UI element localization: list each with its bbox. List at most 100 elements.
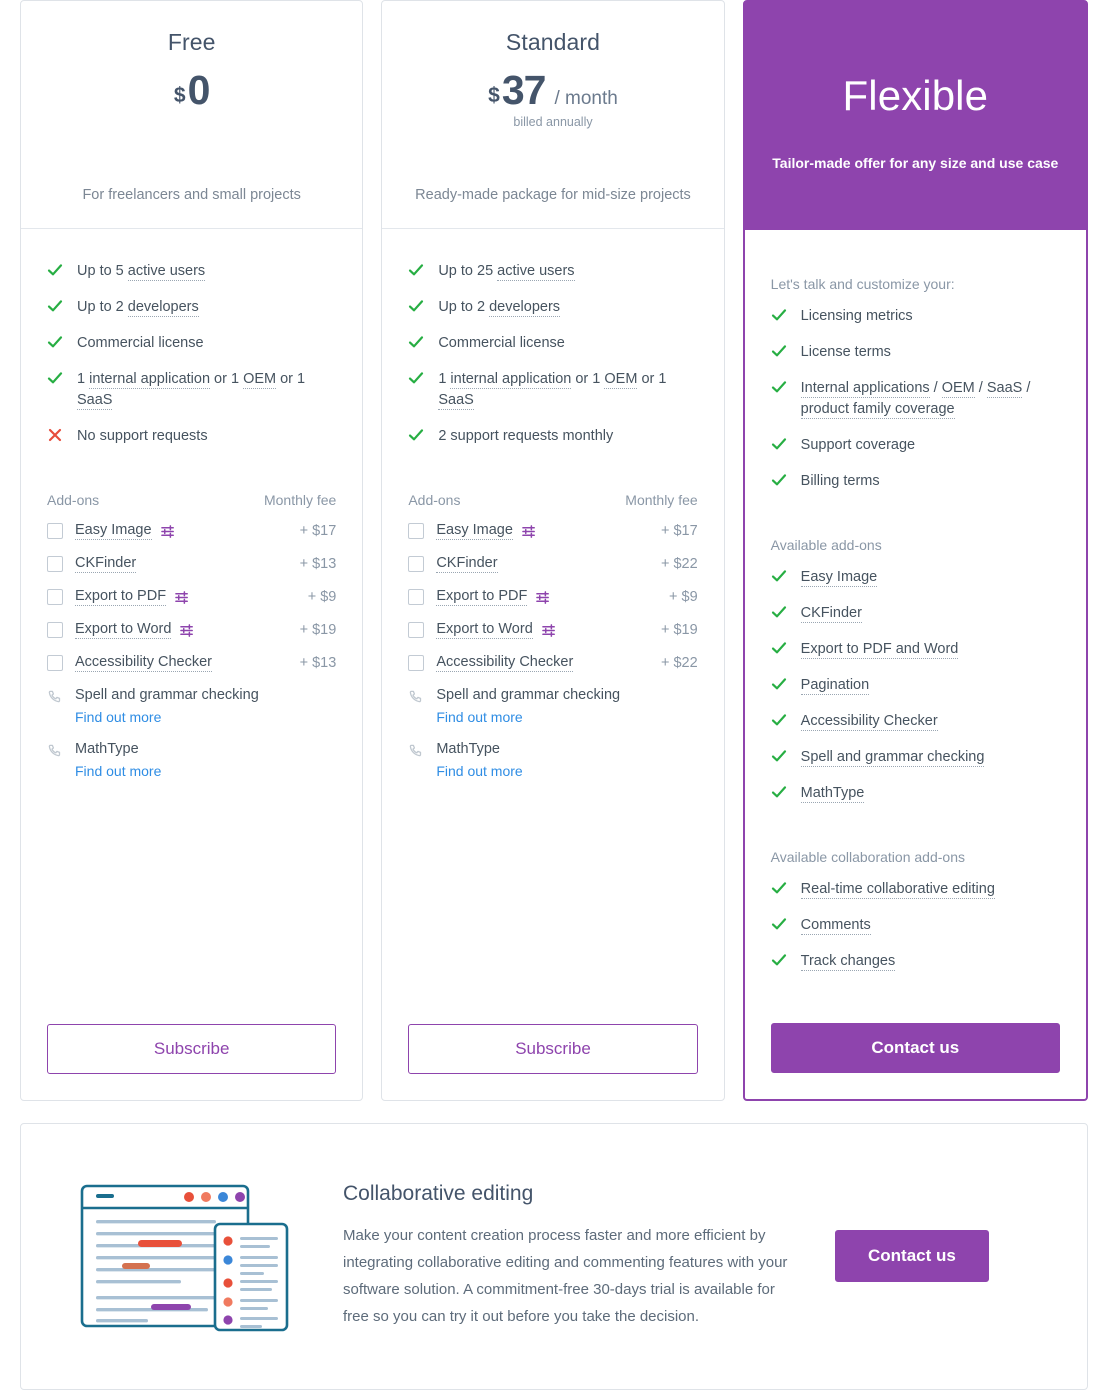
plan-body-flexible: Let's talk and customize your: Licensing … (745, 230, 1086, 1099)
addon-name[interactable]: Export to PDF (75, 588, 167, 607)
addon-name[interactable]: Accessibility Checker (75, 654, 212, 673)
plan-feature-list: Licensing metrics License terms Internal a… (771, 306, 1060, 507)
feature-text-fragment: / (1022, 380, 1031, 397)
addon-row[interactable]: Easy Image + $17 (47, 522, 336, 541)
tooltip-term[interactable]: product family coverage (800, 401, 955, 420)
addon-label-wrap: Accessibility Checker (75, 654, 212, 673)
check-icon (409, 264, 424, 276)
addon-checkbox[interactable] (408, 556, 425, 573)
tooltip-term[interactable]: Comments (800, 917, 871, 936)
addon-checkbox[interactable] (47, 589, 63, 606)
addon-name[interactable]: Export to Word (436, 621, 533, 640)
addon-fee: + $9 (307, 589, 337, 606)
feature-text-fragment: / (929, 380, 942, 397)
tooltip-term[interactable]: internal application (450, 371, 572, 390)
feature-text-fragment: 1 (77, 371, 90, 388)
phone-addon-label: Spell and grammar checking (436, 687, 621, 704)
tooltip-term[interactable]: Accessibility Checker (800, 713, 938, 732)
addon-name[interactable]: Easy Image (75, 522, 152, 541)
currency-symbol: $ (488, 84, 500, 107)
find-out-more-link[interactable]: Find out more (436, 763, 697, 779)
sliders-icon[interactable] (160, 524, 176, 539)
find-out-more-link[interactable]: Find out more (75, 709, 336, 725)
contact-us-button[interactable]: Contact us (770, 1023, 1060, 1074)
feature-label: Up to 25 active users (438, 261, 575, 282)
tooltip-term[interactable]: Internal applications (800, 380, 930, 399)
addon-name[interactable]: Easy Image (436, 522, 513, 541)
tooltip-term[interactable]: SaaS (438, 392, 474, 411)
tooltip-term[interactable]: Easy Image (800, 569, 878, 588)
tooltip-term[interactable]: SaaS (77, 392, 113, 411)
tooltip-term[interactable]: CKFinder (800, 605, 862, 624)
check-icon (47, 298, 63, 316)
phone-addon-label: MathType (75, 741, 139, 758)
addon-checkbox[interactable] (408, 523, 425, 540)
addon-checkbox[interactable] (47, 655, 63, 672)
addon-name[interactable]: Export to Word (75, 621, 172, 640)
feature-label: Pagination (800, 675, 870, 696)
feature-label: Up to 2 developers (77, 297, 199, 318)
sliders-icon[interactable] (522, 524, 537, 539)
sliders-icon[interactable] (175, 590, 190, 605)
addon-row[interactable]: CKFinder + $22 (408, 555, 698, 574)
feature-text-fragment: or 1 (210, 371, 244, 388)
addon-row[interactable]: Accessibility Checker + $13 (47, 654, 336, 673)
tooltip-term[interactable]: OEM (243, 371, 277, 390)
addon-row[interactable]: Accessibility Checker + $22 (408, 654, 698, 673)
addon-row[interactable]: Export to Word + $19 (47, 621, 337, 640)
sliders-icon[interactable] (541, 623, 557, 638)
tooltip-term[interactable]: MathType (800, 785, 865, 804)
promo-description: Make your content creation process faste… (343, 1226, 788, 1325)
feature-text-fragment: Billing terms (800, 473, 880, 490)
addon-name[interactable]: Export to PDF (436, 588, 528, 607)
promo-text-block: Collaborative editing Make your content … (343, 1182, 793, 1330)
addon-checkbox[interactable] (408, 655, 425, 672)
tooltip-term[interactable]: active users (127, 263, 206, 281)
subscribe-button[interactable]: Subscribe (47, 1024, 337, 1075)
addon-checkbox[interactable] (47, 556, 63, 573)
addon-name[interactable]: Accessibility Checker (436, 654, 574, 673)
pricing-page: Free $0 For freelancers and small projects… (0, 0, 1108, 1390)
tooltip-term[interactable]: Export to PDF and Word (800, 641, 959, 660)
tooltip-term[interactable]: active users (497, 263, 575, 281)
feature-label: Up to 5 active users (77, 261, 206, 282)
addon-fee: + $19 (299, 622, 337, 639)
addon-row[interactable]: CKFinder + $13 (47, 555, 337, 574)
phone-icon (408, 689, 424, 705)
addon-row[interactable]: Export to PDF + $9 (408, 588, 698, 607)
addon-fee: + $13 (299, 556, 337, 573)
tooltip-term[interactable]: SaaS (986, 380, 1023, 399)
sliders-icon[interactable] (536, 590, 551, 605)
addon-checkbox[interactable] (408, 589, 425, 606)
addon-checkbox[interactable] (47, 622, 63, 639)
check-icon (771, 784, 787, 802)
feature-item: Support coverage (771, 435, 1060, 456)
feature-text-fragment: / (974, 380, 987, 397)
sliders-icon (536, 590, 550, 604)
tooltip-term[interactable]: OEM (604, 371, 638, 390)
sliders-icon[interactable] (180, 623, 195, 638)
addon-name[interactable]: CKFinder (436, 555, 498, 574)
plan-feature-list: Up to 5 active users Up to 2 developers Co… (47, 261, 336, 462)
tooltip-term[interactable]: Real-time collaborative editing (800, 881, 995, 900)
promo-contact-us-button[interactable]: Contact us (835, 1229, 989, 1282)
tooltip-term[interactable]: Track changes (800, 953, 896, 972)
check-icon (771, 676, 787, 694)
subscribe-button[interactable]: Subscribe (408, 1024, 698, 1075)
find-out-more-link[interactable]: Find out more (75, 763, 336, 779)
tooltip-term[interactable]: Pagination (800, 677, 870, 696)
find-out-more-link[interactable]: Find out more (436, 709, 697, 725)
addon-checkbox[interactable] (47, 523, 63, 540)
addon-row[interactable]: Easy Image + $17 (408, 522, 698, 541)
check-icon (771, 712, 787, 730)
tooltip-term[interactable]: developers (127, 299, 199, 318)
addon-checkbox[interactable] (408, 622, 425, 639)
tooltip-term[interactable]: internal application (89, 371, 211, 390)
addon-row[interactable]: Export to Word + $19 (408, 621, 698, 640)
tooltip-term[interactable]: OEM (941, 380, 975, 399)
tooltip-term[interactable]: developers (489, 299, 561, 318)
tooltip-term[interactable]: Spell and grammar checking (800, 749, 985, 768)
addon-row[interactable]: Export to PDF + $9 (47, 588, 337, 607)
addon-name[interactable]: CKFinder (75, 555, 137, 574)
addon-fee: + $19 (660, 622, 698, 639)
